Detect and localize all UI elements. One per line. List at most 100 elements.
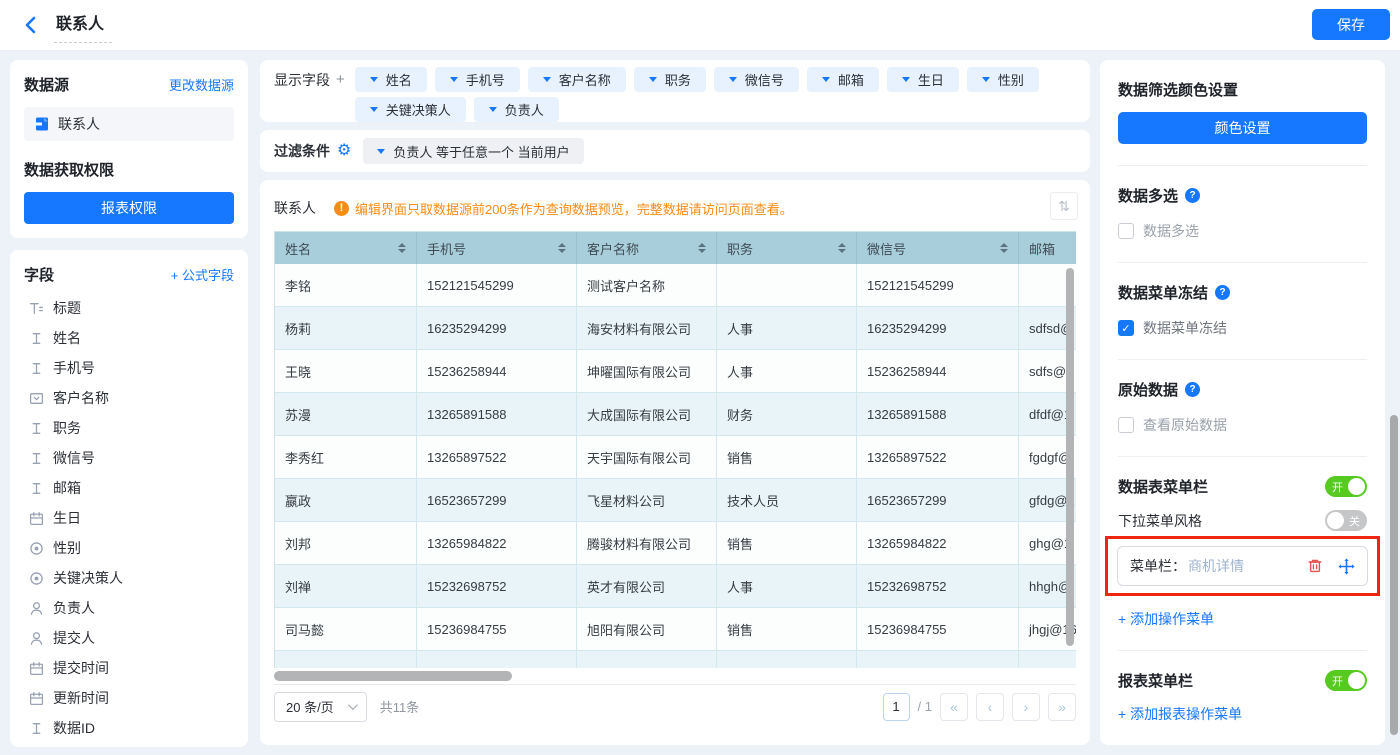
chevron-left-icon <box>23 16 39 34</box>
column-header[interactable]: 手机号 <box>417 232 577 264</box>
column-header[interactable]: 姓名 <box>275 232 417 264</box>
table-row[interactable]: 王晓15236258944坤曜国际有限公司人事15236258944sdfs@1 <box>275 350 1076 393</box>
report-permission-button[interactable]: 报表权限 <box>24 192 234 224</box>
column-label: 手机号 <box>427 239 466 258</box>
field-label: 关键决策人 <box>53 568 123 588</box>
field-item[interactable]: 更新时间 <box>24 683 234 713</box>
move-icon[interactable] <box>1338 558 1355 575</box>
display-field-chip[interactable]: 生日 <box>887 67 959 92</box>
field-item[interactable]: 提交人 <box>24 623 234 653</box>
field-item[interactable]: 提交时间 <box>24 653 234 683</box>
save-button[interactable]: 保存 <box>1312 9 1390 40</box>
table-cell <box>1019 651 1076 668</box>
gear-icon[interactable]: ⚙ <box>337 143 351 159</box>
table-row[interactable]: 杨莉16235294299海安材料有限公司人事16235294299sdfsd@ <box>275 307 1076 350</box>
field-item[interactable]: 性别 <box>24 533 234 563</box>
chip-label: 姓名 <box>386 70 412 89</box>
change-datasource-link[interactable]: 更改数据源 <box>169 75 234 94</box>
help-icon[interactable]: ? <box>1185 188 1200 203</box>
filter-condition-chip[interactable]: 负责人 等于任意一个 当前用户 <box>363 138 583 164</box>
display-field-chip[interactable]: 关键决策人 <box>355 97 466 122</box>
display-field-chip[interactable]: 客户名称 <box>528 67 626 92</box>
menu-freeze-checkbox[interactable]: ✓ 数据菜单冻结 <box>1118 318 1367 338</box>
table-row[interactable]: 李秀红13265897522天宇国际有限公司销售13265897522fgdgf… <box>275 436 1076 479</box>
table-body: 李铭152121545299测试客户名称152121545299杨莉162352… <box>275 264 1076 668</box>
help-icon[interactable]: ? <box>1185 382 1200 397</box>
next-page-button[interactable]: › <box>1012 693 1040 721</box>
table-cell: 15236258944 <box>417 350 577 393</box>
formula-field-link[interactable]: + 公式字段 <box>171 265 234 284</box>
fields-title: 字段 <box>24 264 54 285</box>
field-item[interactable]: 生日 <box>24 503 234 533</box>
display-field-chip[interactable]: 职务 <box>634 67 706 92</box>
horizontal-scrollbar[interactable] <box>274 671 512 681</box>
dropdown-style-toggle[interactable]: 关 <box>1325 510 1367 531</box>
table-menu-toggle[interactable]: 开 <box>1325 476 1367 497</box>
menu-freeze-section: 数据菜单冻结 ? ✓ 数据菜单冻结 <box>1118 263 1367 360</box>
table-cell: 销售 <box>717 522 857 565</box>
table-card: 联系人 ! 编辑界面只取数据源前200条作为查询数据预览，完整数据请访问页面查看… <box>260 180 1090 745</box>
table-row[interactable]: 苏漫13265891588大成国际有限公司财务13265891588dfdf@1 <box>275 393 1076 436</box>
datasource-item[interactable]: 联系人 <box>24 107 234 141</box>
column-label: 职务 <box>727 239 753 258</box>
display-field-chip[interactable]: 姓名 <box>355 67 427 92</box>
color-settings-button[interactable]: 颜色设置 <box>1118 112 1367 144</box>
display-fields-card: 显示字段 + 姓名手机号客户名称职务微信号邮箱生日性别关键决策人负责人 <box>260 60 1090 122</box>
column-header[interactable]: 微信号 <box>857 232 1019 264</box>
menu-item-row[interactable]: 菜单栏： 商机详情 <box>1117 546 1368 586</box>
multi-select-checkbox[interactable]: 数据多选 <box>1118 221 1367 241</box>
page-scrollbar[interactable] <box>1390 415 1398 735</box>
vertical-scrollbar[interactable] <box>1066 268 1074 646</box>
display-field-chip[interactable]: 手机号 <box>435 67 520 92</box>
field-item[interactable]: 标题 <box>24 293 234 323</box>
column-header[interactable]: 职务 <box>717 232 857 264</box>
add-display-field-button[interactable]: + <box>336 71 345 88</box>
report-menu-toggle[interactable]: 开 <box>1325 670 1367 691</box>
chevron-down-icon <box>348 700 358 710</box>
table-row[interactable]: 李铭152121545299测试客户名称152121545299 <box>275 264 1076 307</box>
field-item[interactable]: 负责人 <box>24 593 234 623</box>
add-action-menu-link[interactable]: + 添加操作菜单 <box>1118 609 1367 629</box>
field-item[interactable]: 关键决策人 <box>24 563 234 593</box>
field-label: 提交人 <box>53 628 95 648</box>
menu-freeze-title: 数据菜单冻结 <box>1118 282 1208 303</box>
field-item[interactable]: 姓名 <box>24 323 234 353</box>
table-row[interactable]: 刘邦13265984822腾骏材料有限公司销售13265984822ghg@1 <box>275 522 1076 565</box>
field-label: 职务 <box>53 418 81 438</box>
chevron-down-icon <box>370 77 378 82</box>
field-item[interactable]: 职务 <box>24 413 234 443</box>
table-cell: 人事 <box>717 350 857 393</box>
display-field-chip[interactable]: 邮箱 <box>807 67 879 92</box>
prev-page-button[interactable]: ‹ <box>976 693 1004 721</box>
help-icon[interactable]: ? <box>1215 285 1230 300</box>
raw-data-title: 原始数据 <box>1118 379 1178 400</box>
field-item[interactable]: 数据ID <box>24 713 234 743</box>
table-cell: 天宇国际有限公司 <box>577 436 717 479</box>
column-header[interactable]: 邮箱 <box>1019 232 1076 264</box>
table-row[interactable]: 司马懿15236984755旭阳有限公司销售15236984755jhgj@16 <box>275 608 1076 651</box>
chevron-down-icon <box>489 107 497 112</box>
first-page-button[interactable]: « <box>940 693 968 721</box>
field-item[interactable]: 邮箱 <box>24 473 234 503</box>
table-row[interactable]: 刘禅15232698752英才有限公司人事15232698752hhgh@ <box>275 565 1076 608</box>
page-number-box[interactable]: 1 <box>883 693 910 721</box>
raw-data-checkbox[interactable]: 查看原始数据 <box>1118 415 1367 435</box>
field-item[interactable]: 手机号 <box>24 353 234 383</box>
display-field-chip[interactable]: 性别 <box>967 67 1039 92</box>
table-row[interactable]: 嬴政16523657299飞星材料公司技术人员16523657299gfdg@1 <box>275 479 1076 522</box>
back-button[interactable] <box>20 14 42 36</box>
trash-icon[interactable] <box>1307 558 1323 574</box>
table-row[interactable] <box>275 651 1076 668</box>
table-cell: 13265984822 <box>417 522 577 565</box>
add-report-menu-link[interactable]: + 添加报表操作菜单 <box>1118 704 1367 724</box>
display-field-chip[interactable]: 负责人 <box>474 97 559 122</box>
column-header[interactable]: 客户名称 <box>577 232 717 264</box>
field-item[interactable]: 微信号 <box>24 443 234 473</box>
table-cell: 13265897522 <box>417 436 577 479</box>
field-item[interactable]: 客户名称 <box>24 383 234 413</box>
page-size-select[interactable]: 20 条/页 <box>274 692 367 722</box>
display-field-chip[interactable]: 微信号 <box>714 67 799 92</box>
sort-button[interactable]: ⇅ <box>1050 192 1078 220</box>
person-icon <box>29 601 44 616</box>
last-page-button[interactable]: » <box>1048 693 1076 721</box>
